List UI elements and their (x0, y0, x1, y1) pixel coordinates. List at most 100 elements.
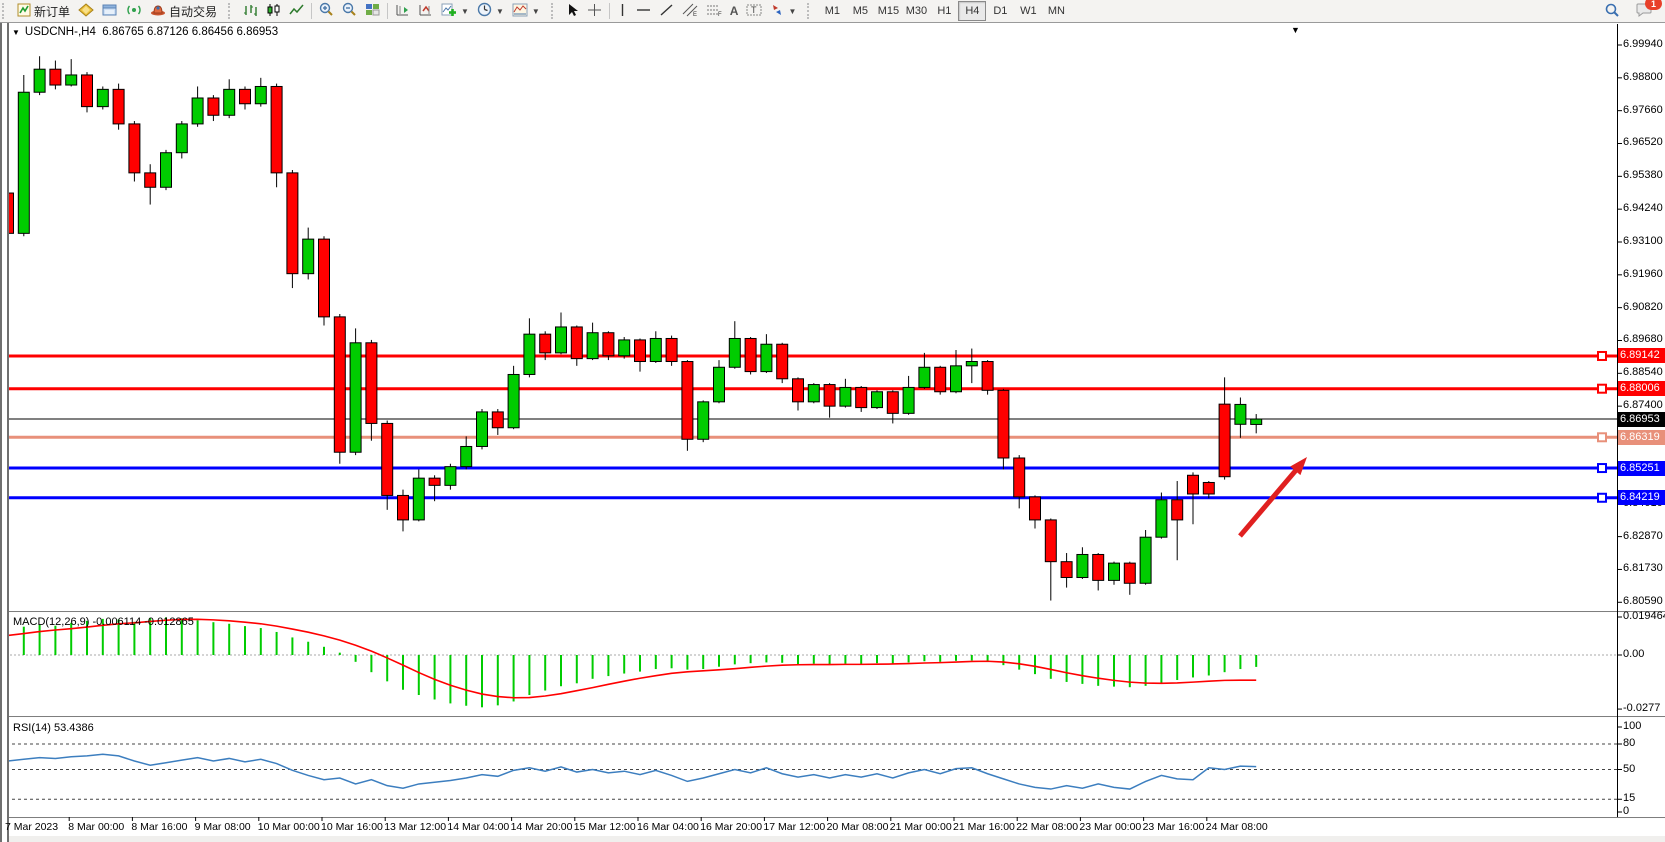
chart-shift-button[interactable] (391, 0, 414, 22)
auto-trading-icon (150, 3, 166, 20)
vertical-line-tool-button[interactable] (613, 0, 632, 22)
signal-button[interactable] (122, 0, 146, 22)
rsi-pane[interactable] (6, 744, 1617, 799)
candlestick-chart-icon (266, 3, 281, 20)
vertical-line-icon (617, 3, 628, 20)
fibonacci-tool-button[interactable]: F (702, 0, 726, 22)
chart-canvas[interactable] (0, 0, 1665, 842)
line-chart-button[interactable] (285, 0, 308, 22)
svg-text:T: T (751, 5, 757, 15)
horizontal-line-tool-button[interactable] (632, 0, 655, 22)
window-bottom-border (0, 836, 1665, 842)
indicators-button[interactable]: ▼ (437, 0, 473, 22)
templates-button[interactable]: ▼ (508, 0, 544, 22)
crosshair-tool-button[interactable] (583, 0, 606, 22)
level-price-label[interactable]: 6.89142 (1618, 348, 1665, 363)
bar-chart-button[interactable] (239, 0, 262, 22)
new-order-button[interactable]: 新订单 (13, 0, 74, 22)
cursor-tool-button[interactable] (562, 0, 583, 22)
text-tool-button[interactable]: A (726, 0, 743, 22)
channel-icon: E (682, 3, 698, 20)
timeframe-button-h4[interactable]: H4 (958, 1, 986, 21)
horizontal-line-icon (636, 3, 651, 20)
timeframe-button-m5[interactable]: M5 (846, 1, 874, 21)
current-price-label[interactable]: 6.86953 (1618, 412, 1665, 427)
candlestick-series (3, 56, 1262, 600)
mt4-terminal-window: 新订单 自动交易 (0, 0, 1665, 842)
text-icon: A (730, 4, 739, 18)
arrows-tool-button[interactable]: ▼ (766, 0, 800, 22)
timeframe-button-mn[interactable]: MN (1042, 1, 1070, 21)
periods-button[interactable]: ▼ (473, 0, 508, 22)
toolbar-grip (228, 3, 234, 19)
zoom-in-icon (319, 2, 334, 20)
new-order-label: 新订单 (34, 3, 70, 20)
svg-text:E: E (693, 12, 697, 17)
arrows-dropdown-caret[interactable]: ▼ (788, 7, 796, 16)
macd-signal-line (8, 619, 1256, 697)
chart-shift-icon (395, 3, 410, 20)
macd-pane[interactable] (6, 617, 1617, 707)
auto-scroll-button[interactable] (414, 0, 437, 22)
text-label-tool-button[interactable]: T (742, 0, 766, 22)
periods-dropdown-caret[interactable]: ▼ (496, 7, 504, 16)
periods-clock-icon (477, 2, 492, 20)
data-window-icon (102, 3, 118, 20)
zoom-in-button[interactable] (315, 0, 338, 22)
level-price-label[interactable]: 6.84219 (1618, 490, 1665, 505)
channel-tool-button[interactable]: E (678, 0, 702, 22)
search-button[interactable] (1600, 0, 1624, 22)
timeframe-button-w1[interactable]: W1 (1014, 1, 1042, 21)
line-chart-icon (289, 3, 304, 20)
signal-icon (126, 3, 142, 20)
indicators-icon (441, 2, 457, 20)
market-watch-button[interactable] (74, 0, 98, 22)
search-icon (1604, 2, 1620, 21)
main-toolbar: 新订单 自动交易 (0, 0, 1665, 23)
level-price-label[interactable]: 6.86319 (1618, 430, 1665, 445)
zoom-out-icon (342, 2, 357, 20)
fibonacci-icon: F (706, 3, 722, 20)
auto-trading-label: 自动交易 (169, 3, 217, 20)
horizontal-level-lines[interactable] (6, 352, 1617, 502)
trendline-tool-button[interactable] (655, 0, 678, 22)
candlestick-chart-button[interactable] (262, 0, 285, 22)
timeframe-button-m15[interactable]: M15 (874, 1, 902, 21)
toolbar-grip (2, 3, 8, 19)
level-price-label[interactable]: 6.85251 (1618, 461, 1665, 476)
toolbar-separator (311, 3, 312, 19)
timeframe-button-d1[interactable]: D1 (986, 1, 1014, 21)
new-order-icon (17, 3, 31, 20)
svg-text:F: F (718, 12, 722, 17)
market-watch-icon (78, 3, 94, 20)
bar-chart-icon (243, 3, 258, 20)
timeframe-button-m30[interactable]: M30 (902, 1, 930, 21)
timeframe-button-h1[interactable]: H1 (930, 1, 958, 21)
toolbar-grip (807, 3, 813, 19)
data-window-button[interactable] (98, 0, 122, 22)
tile-windows-button[interactable] (361, 0, 384, 22)
templates-dropdown-caret[interactable]: ▼ (532, 7, 540, 16)
crosshair-icon (587, 3, 602, 20)
rsi-line (8, 754, 1256, 789)
templates-icon (512, 3, 528, 20)
cursor-icon (566, 3, 579, 20)
level-price-label[interactable]: 6.88006 (1618, 381, 1665, 396)
trendline-icon (659, 3, 674, 20)
auto-trading-button[interactable]: 自动交易 (146, 0, 221, 22)
notifications-button[interactable]: 1 (1632, 0, 1657, 22)
toolbar-grip (551, 3, 557, 19)
timeframe-toolbar: M1M5M15M30H1H4D1W1MN (818, 1, 1070, 21)
main-chart-pane[interactable] (3, 56, 1618, 600)
indicators-dropdown-caret[interactable]: ▼ (461, 7, 469, 16)
tile-windows-icon (365, 3, 380, 20)
timeframe-button-m1[interactable]: M1 (818, 1, 846, 21)
notification-badge: 1 (1645, 0, 1662, 10)
arrows-icon (770, 3, 784, 20)
zoom-out-button[interactable] (338, 0, 361, 22)
text-label-icon: T (746, 3, 762, 20)
auto-scroll-icon (418, 3, 433, 20)
axes (0, 24, 1665, 821)
toolbar-separator (609, 3, 610, 19)
window-left-border (0, 22, 9, 842)
